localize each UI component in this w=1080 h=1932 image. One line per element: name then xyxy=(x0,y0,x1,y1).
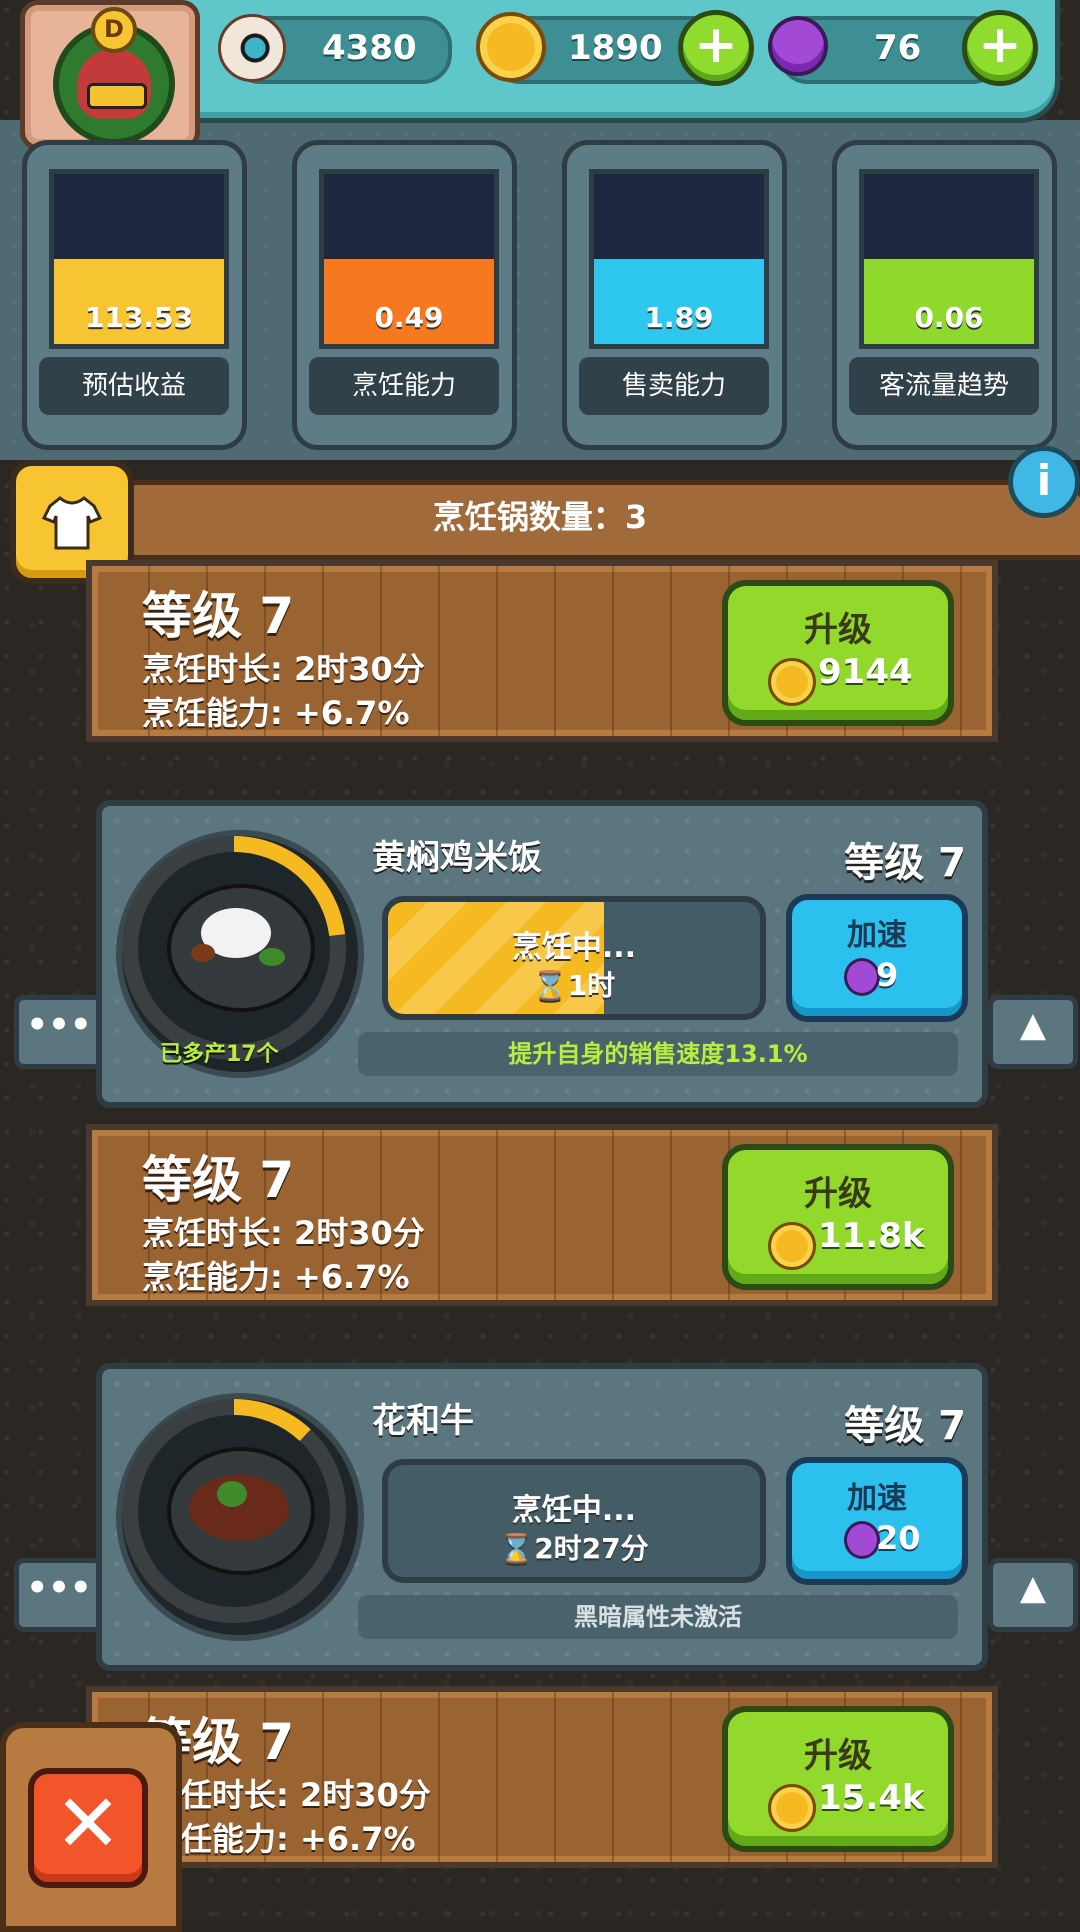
speed-up-button[interactable]: 加速 20 xyxy=(786,1457,968,1585)
dish-effect-note: 提升自身的销售速度13.1% xyxy=(358,1032,958,1076)
stat-label: 烹饪能力 xyxy=(309,357,499,415)
upgrade-cost: 11.8k xyxy=(818,1216,925,1256)
pot-count-label: 烹饪锅数量：3 xyxy=(432,498,648,536)
upgrade-button-label: 升级 xyxy=(804,610,872,650)
stat-board-traffic: 0.06 客流量趋势 xyxy=(832,140,1057,450)
close-button[interactable]: ✕ xyxy=(28,1768,148,1888)
stat-board-selling: 1.89 售卖能力 xyxy=(562,140,787,450)
upgrade-panel: 等级 7 烹饪时长: 2时30分 烹饪能力: +6.7% 升级 11.8k xyxy=(86,1124,998,1306)
shirt-icon xyxy=(42,496,102,550)
upgrade-cost: 9144 xyxy=(818,652,913,692)
coin-icon xyxy=(768,1784,816,1832)
stat-board-cooking: 0.49 烹饪能力 xyxy=(292,140,517,450)
cooking-ability: 烹饪能力: +6.7% xyxy=(142,694,410,732)
eyeball-value: 4380 xyxy=(322,28,417,68)
speed-up-cost: 20 xyxy=(876,1519,921,1557)
monster-teeth xyxy=(87,83,147,109)
stat-board-revenue: 113.53 预估收益 xyxy=(22,140,247,450)
cooking-progress-bar: 烹饪中... ⌛2时27分 xyxy=(382,1459,766,1583)
potion-value: 76 xyxy=(874,28,922,68)
wagyu-beef-icon xyxy=(167,1447,315,1575)
hourglass-icon: ⌛ xyxy=(532,969,568,1002)
stat-value: 0.06 xyxy=(914,301,984,334)
cooking-duration: 任时长: 2时30分 xyxy=(180,1776,431,1814)
cooking-ability: 任能力: +6.7% xyxy=(180,1820,416,1858)
info-button[interactable]: i xyxy=(1008,446,1080,518)
rank-badge: D xyxy=(91,7,137,53)
pot-timer-ring xyxy=(116,1393,364,1641)
stat-value: 0.49 xyxy=(374,301,444,334)
pot-timer-ring: 已多产17个 xyxy=(116,830,364,1078)
more-options-button[interactable]: ••• xyxy=(14,1558,104,1632)
dish-level: 等级 7 xyxy=(844,840,966,886)
collapse-button[interactable]: ▲ xyxy=(988,995,1078,1069)
produced-count: 已多产17个 xyxy=(160,1042,279,1067)
upgrade-button-label: 升级 xyxy=(804,1174,872,1214)
stat-value: 113.53 xyxy=(84,301,194,334)
cooking-status: 烹饪中... xyxy=(511,1493,637,1528)
upgrade-button[interactable]: 升级 9144 xyxy=(722,580,954,726)
stat-bar: 1.89 xyxy=(589,169,769,349)
dish-name: 黄焖鸡米饭 xyxy=(372,838,542,878)
eyeball-counter: 4380 xyxy=(218,14,452,84)
upgrade-level: 等级 7 xyxy=(142,1151,295,1209)
potion-icon xyxy=(844,1521,880,1559)
coin-value: 1890 xyxy=(568,28,663,68)
braised-chicken-rice-icon xyxy=(167,884,315,1012)
upgrade-level: 等级 7 xyxy=(142,587,295,645)
coin-icon xyxy=(768,1222,816,1270)
cooking-time: ⌛1时 xyxy=(388,964,760,1004)
cooking-progress-bar: 烹饪中... ⌛1时 xyxy=(382,896,766,1020)
stat-bar: 113.53 xyxy=(49,169,229,349)
cooking-status: 烹饪中... xyxy=(511,930,637,965)
dish-level: 等级 7 xyxy=(844,1403,966,1449)
cooking-time: ⌛2时27分 xyxy=(388,1527,760,1567)
speed-up-button[interactable]: 加速 9 xyxy=(786,894,968,1022)
monster-face-icon xyxy=(77,49,151,119)
speed-up-label: 加速 xyxy=(847,1481,907,1516)
upgrade-cost: 15.4k xyxy=(818,1778,925,1818)
add-coins-button[interactable]: + xyxy=(678,10,754,86)
hourglass-icon: ⌛ xyxy=(499,1532,535,1565)
eyeball-icon xyxy=(218,14,286,82)
stat-bar: 0.49 xyxy=(319,169,499,349)
cooking-ability: 烹饪能力: +6.7% xyxy=(142,1258,410,1296)
dish-effect-note: 黑暗属性未激活 xyxy=(358,1595,958,1639)
cooking-duration: 烹饪时长: 2时30分 xyxy=(142,1214,425,1252)
upgrade-panel: 等级 7 任时长: 2时30分 任能力: +6.7% 升级 15.4k xyxy=(86,1686,998,1868)
stat-label: 客流量趋势 xyxy=(849,357,1039,415)
cooking-duration: 烹饪时长: 2时30分 xyxy=(142,650,425,688)
speed-up-label: 加速 xyxy=(847,918,907,953)
stat-label: 预估收益 xyxy=(39,357,229,415)
add-potions-button[interactable]: + xyxy=(962,10,1038,86)
potion-icon xyxy=(844,958,880,996)
upgrade-button[interactable]: 升级 15.4k xyxy=(722,1706,954,1852)
stat-label: 售卖能力 xyxy=(579,357,769,415)
player-avatar[interactable]: D xyxy=(20,0,200,150)
coin-icon xyxy=(476,12,546,82)
upgrade-panel: 等级 7 烹饪时长: 2时30分 烹饪能力: +6.7% 升级 9144 xyxy=(86,560,998,742)
potion-icon xyxy=(768,16,828,76)
speed-up-cost: 9 xyxy=(876,956,899,994)
cooking-time-value: 2时27分 xyxy=(534,1532,649,1565)
stat-value: 1.89 xyxy=(644,301,714,334)
upgrade-button-label: 升级 xyxy=(804,1736,872,1776)
collapse-button[interactable]: ▲ xyxy=(988,1558,1078,1632)
cooking-time-value: 1时 xyxy=(567,969,616,1002)
stat-bar: 0.06 xyxy=(859,169,1039,349)
dish-panel: 已多产17个 黄焖鸡米饭 等级 7 烹饪中... ⌛1时 加速 9 提升自身的销… xyxy=(96,800,988,1108)
dish-panel: 花和牛 等级 7 烹饪中... ⌛2时27分 加速 20 黑暗属性未激活 xyxy=(96,1363,988,1671)
close-panel: ✕ xyxy=(0,1722,182,1932)
more-options-button[interactable]: ••• xyxy=(14,995,104,1069)
dish-name: 花和牛 xyxy=(372,1401,474,1441)
coin-icon xyxy=(768,658,816,706)
upgrade-button[interactable]: 升级 11.8k xyxy=(722,1144,954,1290)
